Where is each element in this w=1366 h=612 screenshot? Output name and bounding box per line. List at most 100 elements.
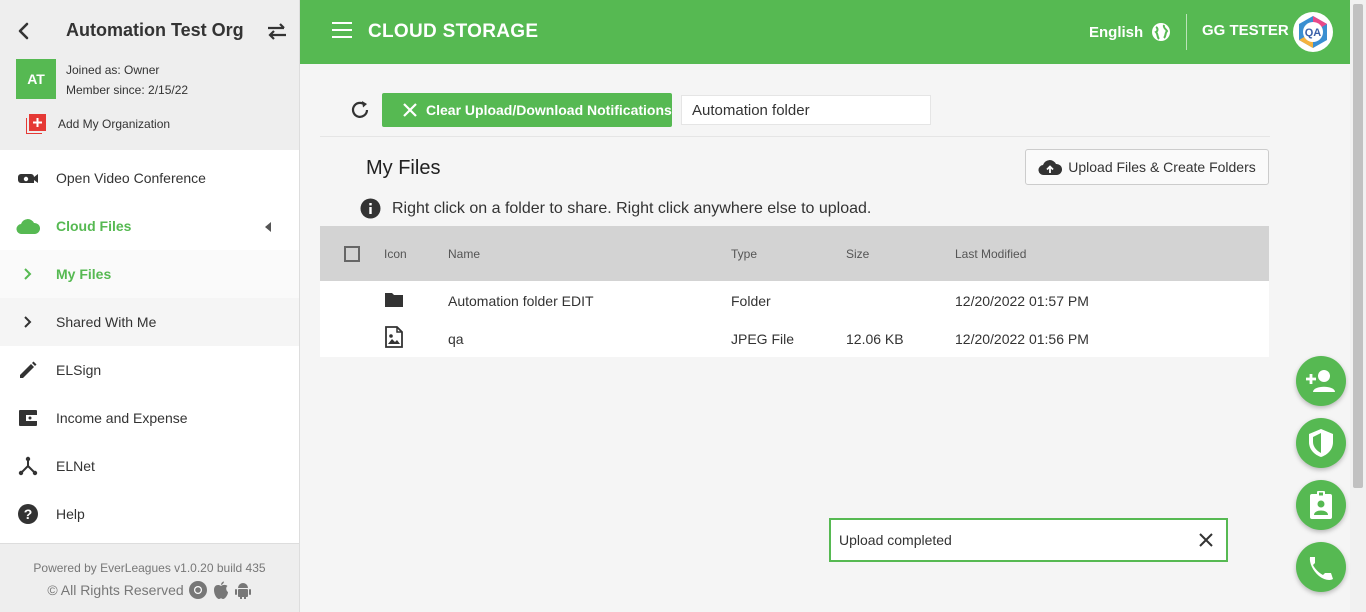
pencil-icon — [20, 361, 37, 378]
person-add-icon — [1306, 370, 1335, 392]
android-icon[interactable] — [234, 580, 252, 600]
chevron-right-icon — [24, 268, 32, 280]
add-box-icon — [26, 114, 46, 134]
column-icon[interactable]: Icon — [384, 247, 407, 261]
column-type[interactable]: Type — [731, 247, 757, 261]
nav-label: ELSign — [56, 362, 102, 378]
file-type: JPEG File — [731, 331, 795, 347]
id-badge-icon — [1310, 491, 1332, 519]
collapse-caret-icon[interactable] — [265, 222, 271, 232]
chevron-right-icon — [24, 316, 32, 328]
nav-label: Open Video Conference — [56, 170, 206, 186]
sidebar-footer: Powered by EverLeagues v1.0.20 build 435… — [0, 543, 299, 612]
select-all-checkbox[interactable] — [344, 246, 360, 262]
table-row[interactable]: Automation folder EDIT Folder 12/20/2022… — [320, 281, 1269, 319]
sidebar: Automation Test Org AT Joined as: Owner … — [0, 0, 300, 612]
phone-icon — [1309, 557, 1333, 580]
upload-files-label: Upload Files & Create Folders — [1068, 159, 1256, 175]
column-last-modified[interactable]: Last Modified — [955, 247, 1026, 261]
security-fab[interactable] — [1296, 418, 1346, 468]
header-divider — [1186, 14, 1187, 50]
help-icon: ? — [18, 504, 38, 524]
toast-message: Upload completed — [839, 532, 952, 548]
svg-text:?: ? — [24, 506, 33, 522]
shield-icon — [1309, 429, 1333, 457]
nav-shared-with-me[interactable]: Shared With Me — [0, 298, 299, 346]
nav-open-video-conference[interactable]: Open Video Conference — [0, 154, 299, 202]
clear-notifications-button[interactable]: Clear Upload/Download Notifications — [382, 93, 672, 127]
nav-help[interactable]: ? Help — [0, 490, 299, 538]
language-label: English — [1089, 23, 1144, 41]
add-organization-button[interactable]: Add My Organization — [26, 114, 170, 134]
sidebar-header: Automation Test Org AT Joined as: Owner … — [0, 0, 299, 150]
column-size[interactable]: Size — [846, 247, 869, 261]
nav-label: Income and Expense — [56, 410, 188, 426]
member-since: Member since: 2/15/22 — [66, 83, 189, 97]
back-arrow-icon[interactable] — [14, 20, 34, 42]
file-modified: 12/20/2022 01:56 PM — [955, 331, 1089, 347]
column-name[interactable]: Name — [448, 247, 480, 261]
rights-text: © All Rights Reserved — [47, 582, 184, 598]
top-bar: CLOUD STORAGE English GG TESTER QA — [300, 0, 1350, 64]
nav-income-expense[interactable]: Income and Expense — [0, 394, 299, 442]
close-icon[interactable] — [1198, 532, 1214, 548]
files-table: Icon Name Type Size Last Modified Automa… — [320, 226, 1269, 357]
menu-icon[interactable] — [332, 22, 352, 42]
info-icon — [360, 198, 381, 219]
page-scrollbar[interactable] — [1350, 0, 1366, 612]
nav-label: My Files — [56, 266, 112, 282]
language-selector[interactable]: English — [1089, 22, 1171, 42]
table-row[interactable]: qa JPEG File 12.06 KB 12/20/2022 01:56 P… — [320, 319, 1269, 357]
refresh-icon[interactable] — [349, 99, 371, 121]
switch-org-icon[interactable] — [266, 20, 288, 42]
add-contact-fab[interactable] — [1296, 356, 1346, 406]
add-organization-label: Add My Organization — [58, 117, 171, 131]
table-header: Icon Name Type Size Last Modified — [320, 226, 1269, 281]
cloud-icon — [16, 219, 40, 234]
network-icon — [18, 456, 38, 476]
close-icon — [403, 103, 417, 117]
cloud-upload-icon — [1038, 160, 1063, 176]
nav-label: Help — [56, 506, 85, 522]
upload-files-button[interactable]: Upload Files & Create Folders — [1025, 149, 1269, 185]
file-size: 12.06 KB — [846, 331, 904, 347]
chrome-icon[interactable] — [188, 580, 208, 600]
powered-by: Powered by EverLeagues v1.0.20 build 435 — [33, 561, 266, 575]
contact-card-fab[interactable] — [1296, 480, 1346, 530]
file-name: qa — [448, 331, 464, 347]
joined-as: Joined as: Owner — [66, 63, 160, 77]
image-file-icon — [385, 326, 403, 348]
page-title: CLOUD STORAGE — [368, 21, 539, 42]
hint-label: Right click on a folder to share. Right … — [392, 199, 872, 217]
folder-path-input[interactable] — [681, 95, 931, 125]
files-title: My Files — [366, 157, 441, 179]
org-name: Automation Test Org — [66, 20, 244, 40]
file-name: Automation folder EDIT — [448, 293, 594, 309]
file-type: Folder — [731, 293, 771, 309]
apple-icon[interactable] — [212, 580, 230, 600]
nav-cloud-files[interactable]: Cloud Files — [0, 202, 299, 250]
scrollbar-thumb[interactable] — [1353, 4, 1363, 488]
org-avatar: AT — [16, 59, 56, 99]
nav-label: ELNet — [56, 458, 95, 474]
nav-elsign[interactable]: ELSign — [0, 346, 299, 394]
user-name[interactable]: GG TESTER — [1202, 22, 1289, 39]
qa-logo-icon: QA — [1299, 16, 1327, 48]
nav-label: Cloud Files — [56, 218, 132, 234]
globe-icon — [1152, 23, 1171, 41]
nav-elnet[interactable]: ELNet — [0, 442, 299, 490]
upload-toast: Upload completed — [829, 518, 1228, 562]
toolbar-divider — [320, 136, 1270, 137]
nav-label: Shared With Me — [56, 314, 157, 330]
table-body: Automation folder EDIT Folder 12/20/2022… — [320, 281, 1269, 357]
avatar-text: QA — [1305, 27, 1322, 39]
clear-notifications-label: Clear Upload/Download Notifications — [426, 102, 672, 118]
user-avatar[interactable]: QA — [1293, 12, 1333, 52]
phone-fab[interactable] — [1296, 542, 1346, 592]
folder-icon — [385, 293, 403, 307]
wallet-icon — [19, 410, 37, 426]
video-camera-icon — [18, 174, 38, 183]
nav-my-files[interactable]: My Files — [0, 250, 299, 298]
file-modified: 12/20/2022 01:57 PM — [955, 293, 1089, 309]
hint-text: Right click on a folder to share. Right … — [360, 198, 871, 219]
